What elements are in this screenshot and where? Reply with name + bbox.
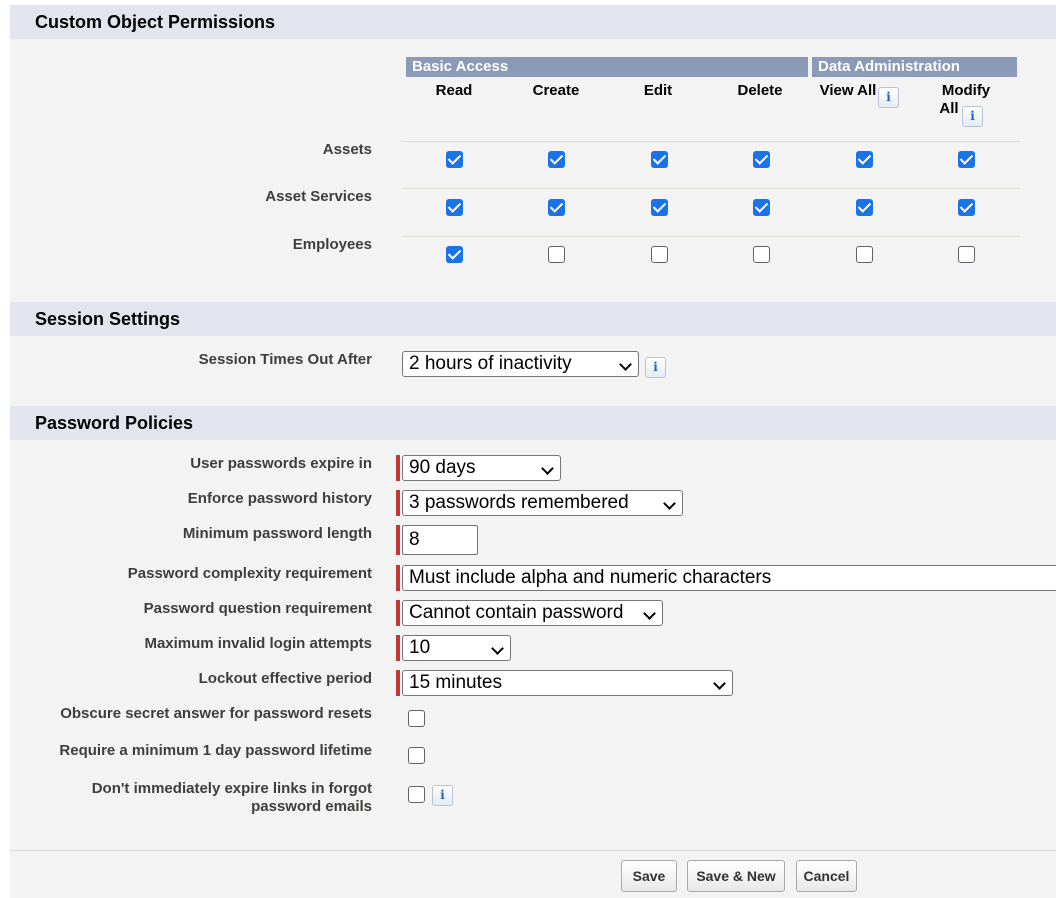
required-indicator xyxy=(396,490,400,516)
password-question-select[interactable]: Cannot contain password xyxy=(402,600,663,626)
required-indicator xyxy=(396,525,400,555)
required-indicator xyxy=(396,670,400,696)
checkbox-asset-services-create[interactable] xyxy=(548,199,565,216)
checkbox-employees-read[interactable] xyxy=(446,246,463,263)
group-header-data-administration: Data Administration xyxy=(812,57,1017,77)
save-button[interactable]: Save xyxy=(621,860,677,892)
obscure-answer-label: Obscure secret answer for password reset… xyxy=(60,705,372,722)
column-header-modify-all-line1: Modify xyxy=(941,82,991,99)
required-indicator xyxy=(396,635,400,661)
checkbox-assets-create[interactable] xyxy=(548,151,565,168)
checkbox-asset-services-view-all[interactable] xyxy=(856,199,873,216)
password-expire-select[interactable]: 90 days xyxy=(402,455,561,481)
required-indicator xyxy=(396,455,400,481)
password-complexity-value: Must include alpha and numeric character… xyxy=(409,567,772,588)
section-header-session-settings: Session Settings xyxy=(10,302,1056,336)
password-min-length-input[interactable]: 8 xyxy=(402,525,478,555)
password-min-length-value: 8 xyxy=(409,529,420,550)
password-expire-value: 90 days xyxy=(409,457,476,478)
max-attempts-select[interactable]: 10 xyxy=(402,635,511,661)
button-divider xyxy=(10,850,1056,851)
required-indicator xyxy=(396,565,400,591)
section-header-password-policies: Password Policies xyxy=(10,406,1056,440)
info-icon[interactable]: i xyxy=(645,357,666,378)
password-question-value: Cannot contain password xyxy=(409,602,624,623)
password-history-select[interactable]: 3 passwords remembered xyxy=(402,490,683,516)
column-header-edit: Edit xyxy=(643,82,673,99)
checkbox-assets-modify-all[interactable] xyxy=(958,151,975,168)
checkbox-employees-create[interactable] xyxy=(548,246,565,263)
cancel-button[interactable]: Cancel xyxy=(796,860,857,892)
obscure-answer-checkbox[interactable] xyxy=(408,710,425,727)
section-header-custom-object-permissions: Custom Object Permissions xyxy=(10,5,1056,39)
password-history-value: 3 passwords remembered xyxy=(409,492,629,513)
save-and-new-button[interactable]: Save & New xyxy=(687,860,785,892)
chevron-down-icon xyxy=(643,607,656,620)
checkbox-asset-services-modify-all[interactable] xyxy=(958,199,975,216)
column-header-modify-all-line2: All xyxy=(939,100,959,117)
min-lifetime-checkbox[interactable] xyxy=(408,747,425,764)
chevron-down-icon xyxy=(541,462,554,475)
group-header-basic-access: Basic Access xyxy=(406,57,808,77)
row-label-assets: Assets xyxy=(322,141,372,158)
checkbox-assets-edit[interactable] xyxy=(651,151,668,168)
chevron-down-icon xyxy=(663,497,676,510)
expire-links-label-line1: Don't immediately expire links in forgot xyxy=(91,780,372,797)
checkbox-asset-services-read[interactable] xyxy=(446,199,463,216)
checkbox-employees-edit[interactable] xyxy=(651,246,668,263)
password-question-label: Password question requirement xyxy=(143,600,372,617)
password-complexity-select[interactable]: Must include alpha and numeric character… xyxy=(402,565,1056,591)
max-attempts-label: Maximum invalid login attempts xyxy=(144,635,372,652)
form-panel xyxy=(10,5,1056,898)
row-divider xyxy=(402,141,1020,142)
session-timeout-label: Session Times Out After xyxy=(198,351,372,368)
column-header-create: Create xyxy=(532,82,580,99)
max-attempts-value: 10 xyxy=(409,637,431,658)
column-header-delete: Delete xyxy=(737,82,783,99)
column-header-read: Read xyxy=(435,82,473,99)
chevron-down-icon xyxy=(491,642,504,655)
info-icon[interactable]: i xyxy=(878,87,899,108)
lockout-period-value: 15 minutes xyxy=(409,672,502,693)
session-timeout-select[interactable]: 2 hours of inactivity xyxy=(402,351,639,377)
checkbox-assets-delete[interactable] xyxy=(753,151,770,168)
checkbox-employees-delete[interactable] xyxy=(753,246,770,263)
required-indicator xyxy=(396,600,400,626)
checkbox-employees-view-all[interactable] xyxy=(856,246,873,263)
checkbox-asset-services-delete[interactable] xyxy=(753,199,770,216)
lockout-period-select[interactable]: 15 minutes xyxy=(402,670,733,696)
checkbox-assets-view-all[interactable] xyxy=(856,151,873,168)
checkbox-employees-modify-all[interactable] xyxy=(958,246,975,263)
expire-links-label-line2: password emails xyxy=(251,798,372,815)
password-expire-label: User passwords expire in xyxy=(190,455,372,472)
chevron-down-icon xyxy=(713,677,726,690)
row-label-employees: Employees xyxy=(292,236,372,253)
password-history-label: Enforce password history xyxy=(187,490,372,507)
session-timeout-value: 2 hours of inactivity xyxy=(409,353,572,374)
chevron-down-icon xyxy=(619,358,632,371)
info-icon[interactable]: i xyxy=(962,106,983,127)
row-label-asset-services: Asset Services xyxy=(265,188,372,205)
info-icon[interactable]: i xyxy=(432,785,453,806)
password-min-length-label: Minimum password length xyxy=(182,525,372,542)
row-divider xyxy=(402,188,1020,189)
column-header-view-all: View All xyxy=(819,82,877,99)
checkbox-asset-services-edit[interactable] xyxy=(651,199,668,216)
lockout-period-label: Lockout effective period xyxy=(198,670,372,687)
row-divider xyxy=(402,236,1020,237)
expire-links-checkbox[interactable] xyxy=(408,786,425,803)
password-complexity-label: Password complexity requirement xyxy=(127,565,372,582)
min-lifetime-label: Require a minimum 1 day password lifetim… xyxy=(59,742,372,759)
checkbox-assets-read[interactable] xyxy=(446,151,463,168)
